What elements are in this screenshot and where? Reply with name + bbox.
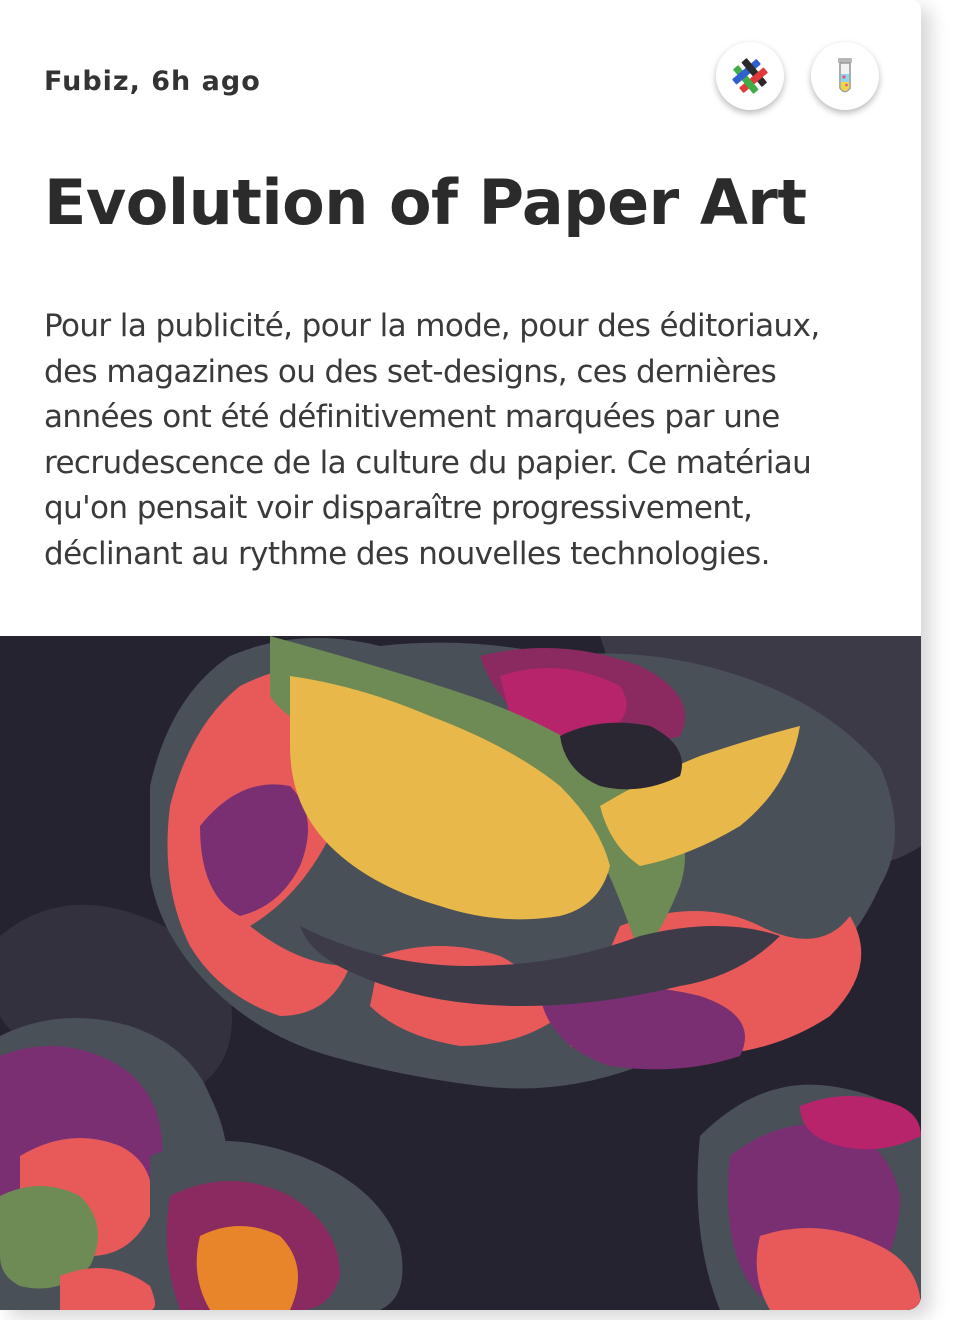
card-actions — [716, 42, 879, 110]
source-and-time: Fubiz, 6h ago — [44, 66, 261, 97]
test-tube-icon — [838, 58, 852, 93]
article-excerpt: Pour la publicité, pour la mode, pour de… — [44, 308, 820, 572]
article-card[interactable]: Fubiz, 6h ago Evolution of Paper Art Pou… — [0, 0, 921, 1310]
woven-cross-logo-icon — [732, 58, 768, 94]
woven-logo-button[interactable] — [716, 42, 784, 110]
article-title[interactable]: Evolution of Paper Art — [44, 166, 807, 239]
lab-button[interactable] — [811, 42, 879, 110]
hero-image[interactable] — [0, 636, 921, 1310]
paper-flower-artwork — [0, 636, 921, 1310]
